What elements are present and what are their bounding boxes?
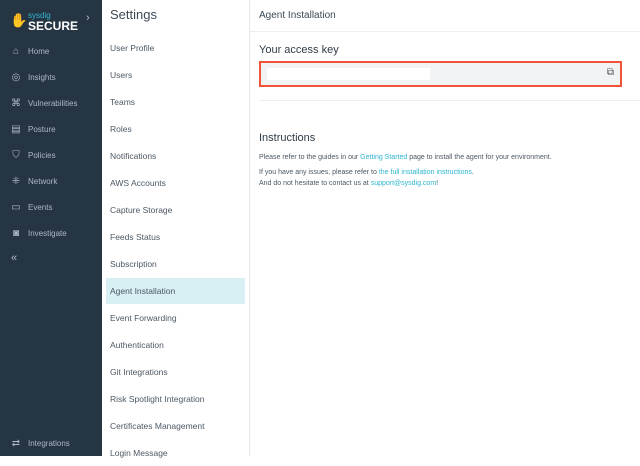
access-key-field[interactable]: ⧉ bbox=[259, 61, 622, 87]
text: Please refer to the guides in our bbox=[259, 154, 361, 161]
sysdig-logo[interactable]: ✋ sysdig SECURE bbox=[10, 8, 78, 36]
nav-item-network[interactable]: ⁜ Network bbox=[10, 173, 58, 189]
settings-title: Settings bbox=[110, 7, 157, 22]
posture-icon: ▤ bbox=[11, 123, 21, 135]
nav-label: Network bbox=[28, 176, 58, 186]
settings-menu: Settings User Profile Users Teams Roles Noti… bbox=[102, 0, 250, 458]
settings-item-git-integrations[interactable]: Git Integrations bbox=[106, 359, 245, 385]
settings-item-subscription[interactable]: Subscription bbox=[106, 251, 245, 277]
settings-item-aws-accounts[interactable]: AWS Accounts bbox=[106, 170, 245, 196]
settings-item-risk-spotlight-integration[interactable]: Risk Spotlight Integration bbox=[106, 386, 245, 412]
nav-label: Vulnerabilities bbox=[28, 98, 78, 108]
nav-label: Integrations bbox=[28, 438, 70, 448]
nav-item-home[interactable]: ⌂ Home bbox=[10, 43, 49, 59]
copy-icon[interactable]: ⧉ bbox=[607, 67, 614, 78]
events-icon: ▭ bbox=[11, 201, 21, 213]
nav-label: Home bbox=[28, 46, 50, 56]
instructions-line-2: If you have any issues, please refer to … bbox=[259, 169, 474, 176]
instructions-line-3: And do not hesitate to contact us at sup… bbox=[259, 180, 438, 187]
nav-item-vulnerabilities[interactable]: ⌘ Vulnerabilities bbox=[10, 95, 78, 111]
network-icon: ⁜ bbox=[11, 175, 21, 187]
nav-item-integrations[interactable]: ⇄ Integrations bbox=[10, 435, 70, 451]
nav-item-posture[interactable]: ▤ Posture bbox=[10, 121, 56, 137]
text: ! bbox=[436, 180, 439, 187]
brand-bottom: SECURE bbox=[28, 19, 79, 33]
investigate-icon: ◙ bbox=[12, 227, 20, 239]
getting-started-link[interactable]: Getting Started bbox=[360, 154, 407, 161]
bug-icon: ⌘ bbox=[11, 97, 21, 109]
access-key-value[interactable] bbox=[267, 68, 430, 80]
page-title: Agent Installation bbox=[259, 10, 336, 21]
nav-label: Events bbox=[28, 202, 53, 212]
text: page to install the agent for your envir… bbox=[407, 154, 552, 161]
nav-label: Posture bbox=[28, 124, 56, 134]
nav-item-policies[interactable]: ⛉ Policies bbox=[10, 147, 56, 163]
divider bbox=[259, 100, 640, 101]
chevron-right-icon[interactable]: › bbox=[86, 12, 90, 24]
access-key-label: Your access key bbox=[259, 44, 339, 56]
settings-item-agent-installation[interactable]: Agent Installation bbox=[106, 278, 245, 304]
nav-label: Policies bbox=[28, 150, 56, 160]
settings-item-capture-storage[interactable]: Capture Storage bbox=[106, 197, 245, 223]
settings-item-notifications[interactable]: Notifications bbox=[106, 143, 245, 169]
support-email-link[interactable]: support@sysdig.com bbox=[371, 180, 436, 187]
nav-item-investigate[interactable]: ◙ Investigate bbox=[10, 225, 67, 241]
nav-item-events[interactable]: ▭ Events bbox=[10, 199, 52, 215]
insights-icon: ◎ bbox=[11, 71, 21, 83]
instructions-title: Instructions bbox=[259, 132, 316, 144]
text: And do not hesitate to contact us at bbox=[259, 180, 371, 187]
settings-item-user-profile[interactable]: User Profile bbox=[106, 35, 245, 61]
nav-label: Investigate bbox=[28, 228, 67, 238]
settings-item-roles[interactable]: Roles bbox=[106, 116, 245, 142]
main-content: Agent Installation Your access key ⧉ Ins… bbox=[250, 0, 640, 456]
settings-item-event-forwarding[interactable]: Event Forwarding bbox=[106, 305, 245, 331]
integrations-icon: ⇄ bbox=[11, 437, 21, 449]
settings-item-authentication[interactable]: Authentication bbox=[106, 332, 245, 358]
home-icon: ⌂ bbox=[12, 45, 20, 57]
settings-item-teams[interactable]: Teams bbox=[106, 89, 245, 115]
left-nav: ✋ sysdig SECURE › ⌂ Home ◎ Insights ⌘ Vulner… bbox=[0, 0, 102, 456]
settings-item-feeds-status[interactable]: Feeds Status bbox=[106, 224, 245, 250]
shield-icon: ⛉ bbox=[12, 149, 20, 161]
text: . bbox=[471, 169, 474, 176]
nav-item-insights[interactable]: ◎ Insights bbox=[10, 69, 56, 85]
collapse-icon[interactable]: « bbox=[11, 252, 17, 264]
settings-item-certificates-management[interactable]: Certificates Management bbox=[106, 413, 245, 439]
divider bbox=[250, 31, 640, 32]
installation-instructions-link[interactable]: the full installation instructions bbox=[379, 169, 472, 176]
logo-icon: ✋ bbox=[10, 12, 28, 28]
settings-item-users[interactable]: Users bbox=[106, 62, 245, 88]
settings-item-login-message[interactable]: Login Message bbox=[106, 440, 245, 466]
nav-label: Insights bbox=[28, 72, 56, 82]
text: If you have any issues, please refer to bbox=[259, 169, 379, 176]
instructions-line-1: Please refer to the guides in our Gettin… bbox=[259, 154, 552, 161]
